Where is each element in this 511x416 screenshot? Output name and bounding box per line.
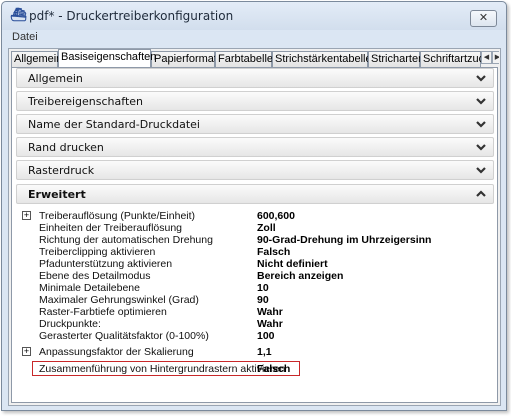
property-value[interactable]: Zoll xyxy=(257,222,276,234)
property-name: Druckpunkte: xyxy=(39,318,101,330)
chevron-down-icon xyxy=(476,144,486,151)
property-row[interactable]: Druckpunkte: Wahr xyxy=(16,318,494,330)
property-value[interactable]: 600,600 xyxy=(257,210,295,222)
section-erweitert[interactable]: Erweitert xyxy=(16,184,494,204)
property-value[interactable]: Nicht definiert xyxy=(257,258,328,270)
section-label: Treibereigenschaften xyxy=(28,95,144,108)
section-label: Allgemein xyxy=(28,72,83,85)
tab-stricharten[interactable]: Stricharten xyxy=(368,51,424,67)
window-title: pdf* - Druckertreiberkonfiguration xyxy=(29,9,234,23)
property-name: Einheiten der Treiberauflösung xyxy=(39,222,183,234)
property-row[interactable]: Einheiten der Treiberauflösung Zoll xyxy=(16,222,494,234)
property-name: Maximaler Gehrungswinkel (Grad) xyxy=(39,294,199,306)
property-value[interactable]: Bereich anzeigen xyxy=(257,270,343,282)
chevron-down-icon xyxy=(476,121,486,128)
tab-farbtabellen[interactable]: Farbtabellen xyxy=(215,51,279,67)
property-row[interactable]: Minimale Detailebene 10 xyxy=(16,282,494,294)
tab-schriftartzuordnung[interactable]: Schriftartzuord xyxy=(420,51,495,67)
title-bar[interactable]: ⛴ pdf* - Druckertreiberkonfiguration ✕ xyxy=(2,2,506,30)
menu-bar: Datei xyxy=(2,30,506,46)
driver-config-window: ⛴ pdf* - Druckertreiberkonfiguration ✕ D… xyxy=(1,1,507,411)
property-value[interactable]: 90 xyxy=(257,294,269,306)
section-label: Erweitert xyxy=(28,188,86,201)
property-row[interactable]: + Treiberauflösung (Punkte/Einheit) 600,… xyxy=(16,210,494,222)
property-value[interactable]: Wahr xyxy=(257,318,283,330)
property-row[interactable]: + Anpassungsfaktor der Skalierung 1,1 xyxy=(16,346,494,358)
tab-strichstaerkentabellen[interactable]: Strichstärkentabellen xyxy=(272,51,378,67)
section-standard-druckdatei[interactable]: Name der Standard-Druckdatei xyxy=(16,114,494,134)
chevron-up-icon xyxy=(476,190,486,197)
property-row[interactable]: Raster-Farbtiefe optimieren Wahr xyxy=(16,306,494,318)
plotter-app-icon: ⛴ xyxy=(10,8,27,23)
property-row[interactable]: Treiberclipping aktivieren Falsch xyxy=(16,246,494,258)
section-allgemein[interactable]: Allgemein xyxy=(16,68,494,88)
property-value[interactable]: 100 xyxy=(257,330,275,342)
property-name: Raster-Farbtiefe optimieren xyxy=(39,306,167,318)
section-label: Rasterdruck xyxy=(28,164,95,177)
property-name: Anpassungsfaktor der Skalierung xyxy=(39,346,194,358)
chevron-down-icon xyxy=(476,75,486,82)
highlight-annotation-box xyxy=(32,361,300,376)
property-value[interactable]: 90-Grad-Drehung im Uhrzeigersinn xyxy=(257,234,431,246)
tab-scroll-left-button[interactable]: ◀ xyxy=(481,51,492,64)
property-value[interactable]: Wahr xyxy=(257,306,283,318)
chevron-down-icon xyxy=(476,167,486,174)
tab-strip: Allgemein Basiseigenschaften Papierforma… xyxy=(11,49,499,67)
property-grid: + Treiberauflösung (Punkte/Einheit) 600,… xyxy=(16,208,494,378)
tab-basiseigenschaften[interactable]: Basiseigenschaften xyxy=(58,49,156,67)
property-value[interactable]: Falsch xyxy=(257,246,290,258)
property-value[interactable]: 10 xyxy=(257,282,269,294)
property-name: Treiberclipping aktivieren xyxy=(39,246,156,258)
property-row[interactable]: Pfadunterstützung aktivieren Nicht defin… xyxy=(16,258,494,270)
property-name: Richtung der automatischen Drehung xyxy=(39,234,213,246)
tab-allgemein[interactable]: Allgemein xyxy=(11,51,62,67)
tab-scroll-right-button[interactable]: ▶ xyxy=(492,51,499,64)
property-name: Pfadunterstützung aktivieren xyxy=(39,258,173,270)
dialog-client: Allgemein Basiseigenschaften Papierforma… xyxy=(8,48,501,406)
tab-content-panel: Allgemein Treibereigenschaften Name der … xyxy=(11,67,498,403)
property-row[interactable]: Gerasterter Qualitätsfaktor (0-100%) 100 xyxy=(16,330,494,342)
close-button[interactable]: ✕ xyxy=(470,10,497,27)
section-rasterdruck[interactable]: Rasterdruck xyxy=(16,160,494,180)
expand-plus-icon[interactable]: + xyxy=(22,211,31,220)
chevron-down-icon xyxy=(476,98,486,105)
menu-file[interactable]: Datei xyxy=(12,31,38,43)
property-row[interactable]: Ebene des Detailmodus Bereich anzeigen xyxy=(16,270,494,282)
expand-plus-icon[interactable]: + xyxy=(22,347,31,356)
property-value[interactable]: 1,1 xyxy=(257,346,272,358)
property-name: Treiberauflösung (Punkte/Einheit) xyxy=(39,210,196,222)
property-row[interactable]: Richtung der automatischen Drehung 90-Gr… xyxy=(16,234,494,246)
section-treibereigenschaften[interactable]: Treibereigenschaften xyxy=(16,91,494,111)
property-name: Gerasterter Qualitätsfaktor (0-100%) xyxy=(39,330,209,342)
section-label: Rand drucken xyxy=(28,141,104,154)
tab-papierformate[interactable]: Papierformate xyxy=(151,51,223,67)
section-rand-drucken[interactable]: Rand drucken xyxy=(16,137,494,157)
property-name: Ebene des Detailmodus xyxy=(39,270,151,282)
property-row[interactable]: Maximaler Gehrungswinkel (Grad) 90 xyxy=(16,294,494,306)
property-name: Minimale Detailebene xyxy=(39,282,140,294)
section-label: Name der Standard-Druckdatei xyxy=(28,118,200,131)
